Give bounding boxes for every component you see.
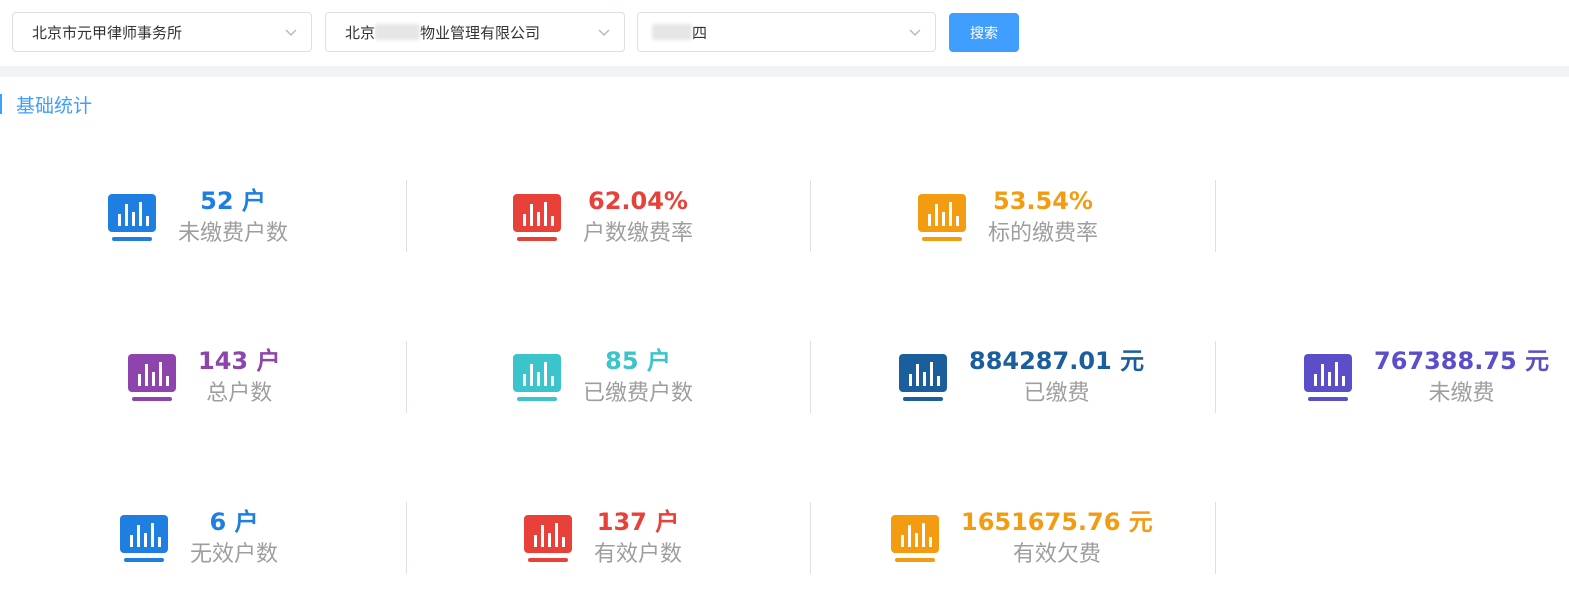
stat-card: 85 户已缴费户数: [405, 345, 810, 425]
stat-value: 62.04%: [588, 187, 688, 215]
project-select[interactable]: 四: [637, 12, 936, 52]
stat-content: 884287.01 元已缴费: [897, 345, 1144, 411]
company-select-suffix: 物业管理有限公司: [420, 23, 541, 42]
stat-label: 有效户数: [594, 542, 683, 567]
chevron-down-icon: [909, 29, 921, 36]
stat-value: 767388.75 元: [1374, 347, 1550, 375]
stat-text: 143 户总户数: [198, 345, 280, 411]
firm-select-value: 北京市元甲律师事务所: [32, 23, 183, 42]
stat-label: 已缴费户数: [583, 381, 694, 406]
stat-value: 6 户: [209, 508, 259, 536]
bar-chart-icon: [899, 354, 947, 401]
bar-chart-icon: [513, 194, 561, 241]
company-select[interactable]: 北京 物业管理有限公司: [325, 12, 625, 52]
redacted-mask: [375, 24, 421, 40]
chevron-down-icon: [285, 29, 297, 36]
stat-text: 52 户未缴费户数: [178, 185, 288, 251]
stat-text: 6 户无效户数: [190, 506, 278, 572]
stat-card: 6 户无效户数: [0, 506, 405, 586]
section-title: 基础统计: [16, 94, 93, 117]
stat-text: 1651675.76 元有效欠费: [961, 506, 1153, 572]
stat-card: 767388.75 元未缴费: [1215, 345, 1569, 425]
section-divider: [0, 66, 1569, 77]
stat-content: 6 户无效户数: [118, 506, 278, 572]
stat-value: 53.54%: [993, 187, 1093, 215]
company-select-prefix: 北京: [345, 23, 376, 42]
column-divider: [1215, 180, 1216, 252]
stat-value: 85 户: [605, 347, 671, 375]
stat-label: 已缴费: [1023, 381, 1090, 406]
stat-content: 137 户有效户数: [522, 506, 682, 572]
stat-card: 53.54% 标的缴费率: [810, 185, 1215, 265]
stat-label: 户数缴费率: [583, 221, 694, 246]
stat-label: 有效欠费: [1012, 542, 1101, 567]
stat-content: 85 户已缴费户数: [511, 345, 693, 411]
stat-label: 未缴费户数: [178, 221, 289, 246]
bar-chart-icon: [128, 354, 176, 401]
stat-card: 143 户总户数: [0, 345, 405, 425]
stat-content: 52 户未缴费户数: [106, 185, 288, 251]
search-button[interactable]: 搜索: [949, 13, 1019, 52]
stat-card: 1651675.76 元有效欠费: [810, 506, 1215, 586]
bar-chart-icon: [108, 194, 156, 241]
stat-value: 137 户: [596, 508, 680, 536]
stat-label: 无效户数: [190, 542, 279, 567]
stat-text: 137 户有效户数: [594, 506, 682, 572]
stat-card: 62.04% 户数缴费率: [405, 185, 810, 265]
firm-select[interactable]: 北京市元甲律师事务所: [12, 12, 312, 52]
section-header: 基础统计: [0, 92, 93, 117]
stat-content: 1651675.76 元有效欠费: [889, 506, 1153, 572]
stat-card: 52 户未缴费户数: [0, 185, 405, 265]
stat-content: 143 户总户数: [126, 345, 280, 411]
stat-label: 未缴费: [1428, 381, 1495, 406]
bar-chart-icon: [120, 515, 168, 562]
stat-content: 62.04% 户数缴费率: [511, 185, 693, 251]
stat-value: 52 户: [200, 187, 266, 215]
stat-content: 53.54% 标的缴费率: [916, 185, 1098, 251]
stat-content: 767388.75 元未缴费: [1302, 345, 1549, 411]
stat-text: 62.04% 户数缴费率: [583, 185, 693, 251]
stat-text: 53.54% 标的缴费率: [988, 185, 1098, 251]
stat-label: 标的缴费率: [988, 221, 1099, 246]
stat-text: 767388.75 元未缴费: [1374, 345, 1549, 411]
column-divider: [1215, 502, 1216, 574]
chevron-down-icon: [598, 29, 610, 36]
filter-bar: 北京市元甲律师事务所 北京 物业管理有限公司 四 搜索: [0, 0, 1569, 66]
stat-card: 137 户有效户数: [405, 506, 810, 586]
bar-chart-icon: [918, 194, 966, 241]
bar-chart-icon: [524, 515, 572, 562]
bar-chart-icon: [513, 354, 561, 401]
redacted-mask: [652, 24, 692, 40]
stat-text: 85 户已缴费户数: [583, 345, 693, 411]
bar-chart-icon: [891, 515, 939, 562]
project-select-suffix: 四: [692, 23, 708, 42]
stat-text: 884287.01 元已缴费: [969, 345, 1144, 411]
bar-chart-icon: [1304, 354, 1352, 401]
stat-card: 884287.01 元已缴费: [810, 345, 1215, 425]
stat-label: 总户数: [206, 381, 273, 406]
section-accent-bar: [0, 94, 2, 114]
stat-value: 143 户: [198, 347, 281, 375]
stat-value: 1651675.76 元: [961, 508, 1153, 536]
stat-value: 884287.01 元: [969, 347, 1145, 375]
